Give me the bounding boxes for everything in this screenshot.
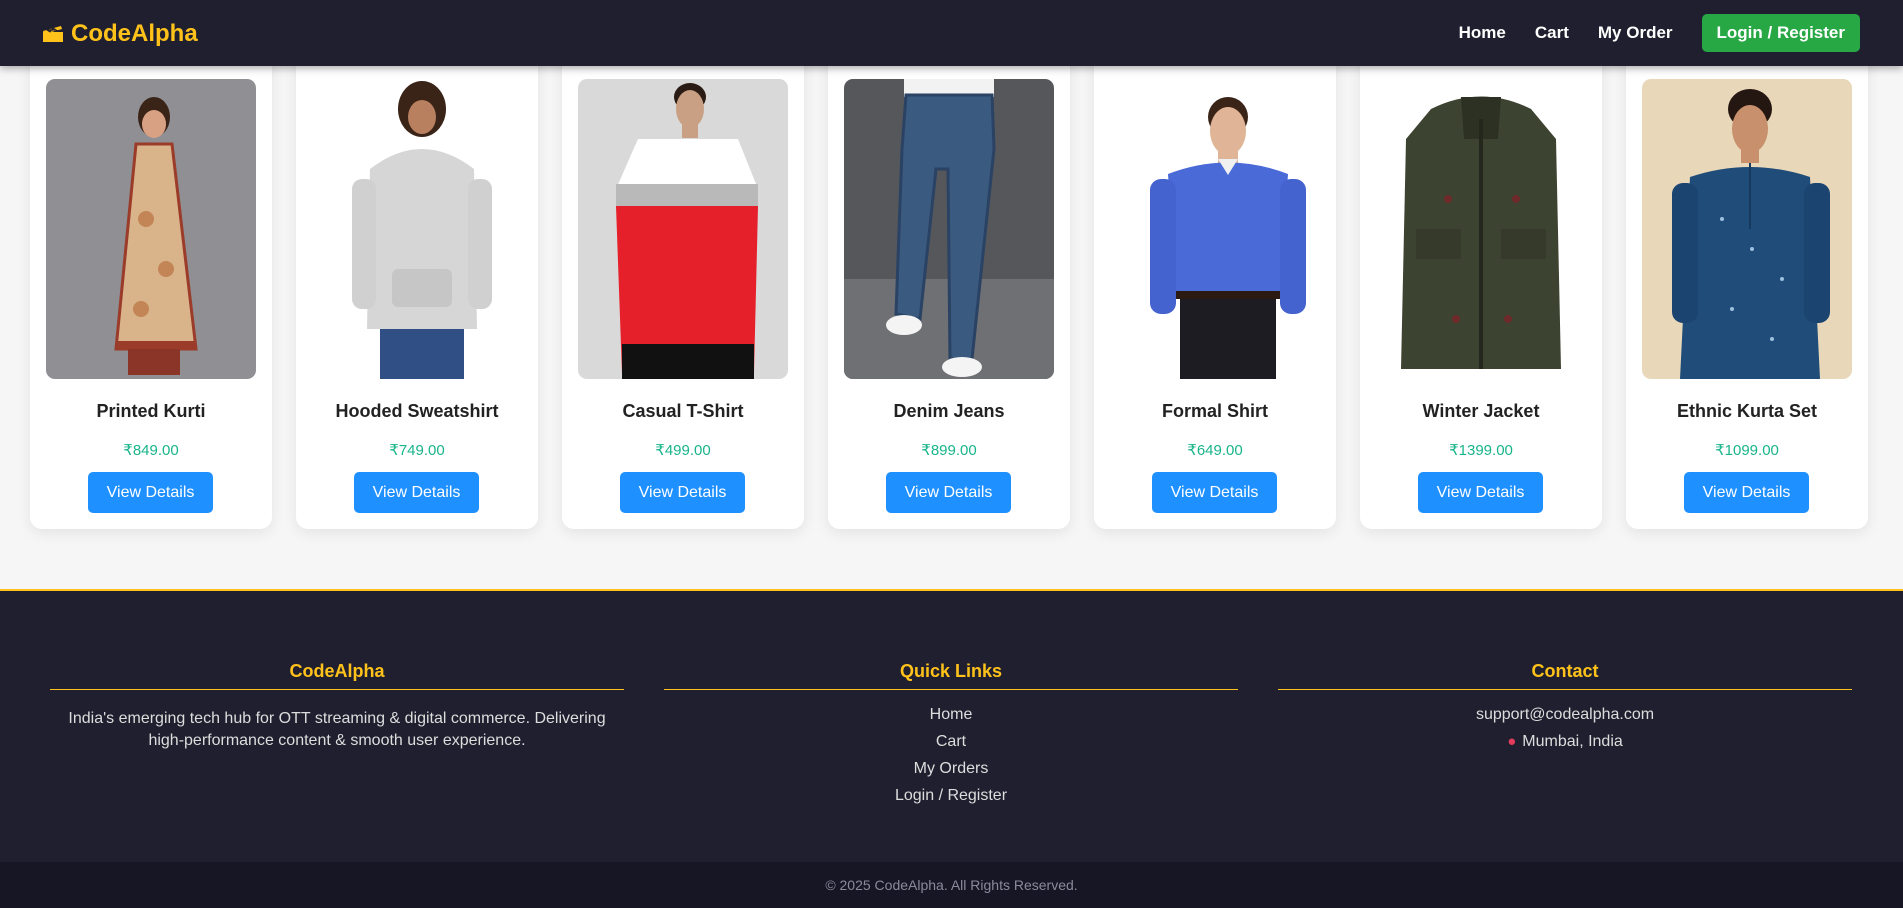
product-price: ₹849.00 [123,442,179,459]
product-name: Casual T-Shirt [622,401,744,421]
footer-about-title: CodeAlpha [50,661,624,690]
product-image-printed-kurti[interactable] [46,79,256,379]
footer-contact-title: Contact [1278,661,1852,690]
footer-about-text: India's emerging tech hub for OTT stream… [68,710,606,749]
contact-email[interactable]: support@codealpha.com [1278,701,1852,728]
product-price: ₹499.00 [655,442,711,459]
pin-icon: ● [1507,733,1517,750]
nav-link-cart[interactable]: Cart [1535,23,1569,43]
footer-link-my-orders[interactable]: My Orders [664,755,1238,782]
product-card: Ethnic Kurta Set ₹1099.00 View Details [1626,54,1868,529]
view-details-button[interactable]: View Details [1418,472,1543,513]
nav-links: Home Cart My Order Login / Register [1459,14,1860,52]
product-card: Hooded Sweatshirt ₹749.00 View Details [296,54,538,529]
footer-link-home[interactable]: Home [664,701,1238,728]
product-price: ₹899.00 [921,442,977,459]
brand-logo[interactable]: CodeAlpha [42,19,198,49]
product-name: Denim Jeans [893,401,1005,421]
product-name: Printed Kurti [96,401,206,421]
product-name: Hooded Sweatshirt [335,401,499,421]
product-name: Formal Shirt [1161,401,1268,421]
product-price: ₹1099.00 [1715,442,1779,459]
product-card: Formal Shirt ₹649.00 View Details [1094,54,1336,529]
footer-link-login-register[interactable]: Login / Register [664,782,1238,809]
product-card: Casual T-Shirt ₹499.00 View Details [562,54,804,529]
product-image-winter-jacket[interactable] [1376,79,1586,379]
nav-link-home[interactable]: Home [1459,23,1506,43]
footer-about: CodeAlpha India's emerging tech hub for … [50,661,624,752]
view-details-button[interactable]: View Details [620,472,745,513]
clapper-board-icon [42,25,64,43]
footer-contact: Contact support@codealpha.com ● Mumbai, I… [1278,661,1852,755]
product-image-denim-jeans[interactable] [844,79,1054,379]
product-price: ₹1399.00 [1449,442,1513,459]
product-name: Winter Jacket [1422,401,1540,421]
product-card: Denim Jeans ₹899.00 View Details [828,54,1070,529]
view-details-button[interactable]: View Details [1684,472,1809,513]
nav-link-my-order[interactable]: My Order [1598,23,1673,43]
brand-name: CodeAlpha [71,20,198,47]
contact-location: ● Mumbai, India [1278,728,1852,755]
product-price: ₹749.00 [389,442,445,459]
view-details-button[interactable]: View Details [1152,472,1277,513]
view-details-button[interactable]: View Details [886,472,1011,513]
view-details-button[interactable]: View Details [354,472,479,513]
contact-location-text: Mumbai, India [1522,733,1623,750]
footer-link-cart[interactable]: Cart [664,728,1238,755]
product-price: ₹649.00 [1187,442,1243,459]
product-image-casual-t-shirt[interactable] [578,79,788,379]
view-details-button[interactable]: View Details [88,472,213,513]
navbar: CodeAlpha Home Cart My Order Login / Reg… [0,0,1903,66]
product-image-ethnic-kurta-set[interactable] [1642,79,1852,379]
product-grid: Printed Kurti ₹849.00 View Details Hoode… [30,54,1868,529]
copyright: © 2025 CodeAlpha. All Rights Reserved. [0,862,1903,908]
footer: CodeAlpha India's emerging tech hub for … [0,589,1903,864]
login-register-button[interactable]: Login / Register [1701,14,1860,52]
footer-quick-links-title: Quick Links [664,661,1238,690]
product-image-formal-shirt[interactable] [1110,79,1320,379]
product-name: Ethnic Kurta Set [1676,401,1818,421]
product-image-hooded-sweatshirt[interactable] [312,79,522,379]
product-card: Printed Kurti ₹849.00 View Details [30,54,272,529]
product-card: Winter Jacket ₹1399.00 View Details [1360,54,1602,529]
footer-quick-links: Quick Links Home Cart My Orders Login / … [664,661,1238,809]
